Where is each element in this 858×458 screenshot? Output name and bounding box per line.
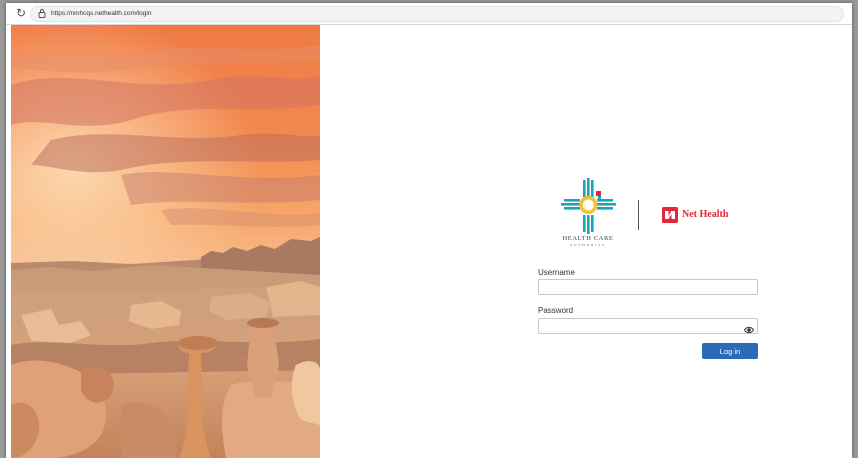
login-button[interactable]: Log in — [702, 343, 758, 359]
nethealth-mark-icon — [662, 207, 678, 228]
username-label: Username — [538, 268, 575, 277]
logo-divider — [638, 200, 639, 230]
url-text[interactable]: https://nmhcqs.nethealth.com/login — [51, 8, 151, 20]
lock-icon — [38, 8, 46, 21]
logo-row: HEALTH CARE AUTHORITY Net Health — [538, 178, 758, 254]
reload-icon[interactable]: ↻ — [14, 6, 28, 20]
username-input[interactable] — [538, 279, 758, 295]
browser-toolbar: ↻ https://nmhcqs.nethealth.com/login — [6, 3, 852, 25]
show-password-eye-icon[interactable] — [743, 322, 755, 334]
landscape-photo — [11, 25, 320, 458]
password-input[interactable] — [538, 318, 758, 334]
nethealth-name: Net Health — [682, 209, 729, 220]
address-bar[interactable]: https://nmhcqs.nethealth.com/login — [30, 6, 844, 22]
hca-name: HEALTH CARE — [562, 235, 614, 242]
login-panel: HEALTH CARE AUTHORITY Net Health Usernam… — [538, 178, 758, 359]
hca-subtitle: AUTHORITY — [569, 243, 607, 247]
zia-sun-logo-icon — [558, 178, 618, 234]
password-label: Password — [538, 306, 574, 315]
browser-window: ↻ https://nmhcqs.nethealth.com/login HEA… — [6, 3, 852, 458]
nethealth-logo: Net Health — [662, 207, 762, 225]
